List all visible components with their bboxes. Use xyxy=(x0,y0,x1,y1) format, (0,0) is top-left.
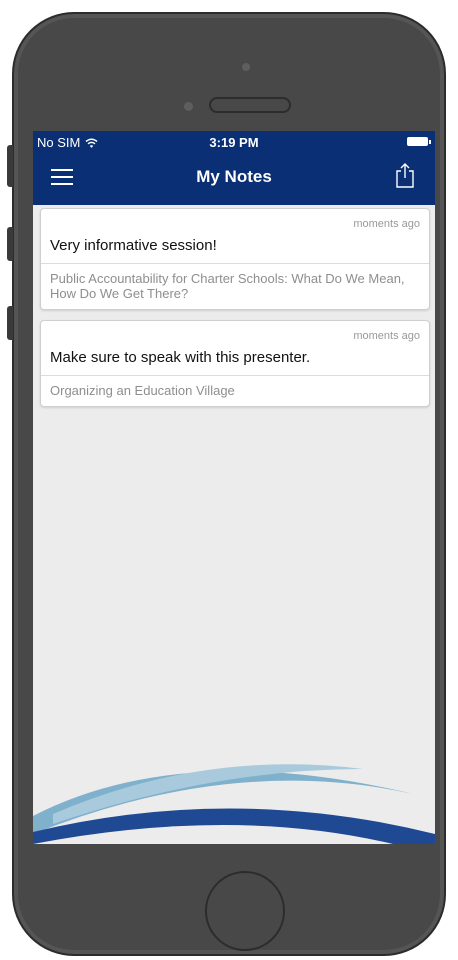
note-text: Very informative session! xyxy=(50,237,217,254)
note-timestamp: moments ago xyxy=(353,330,420,342)
note-text: Make sure to speak with this presenter. xyxy=(50,349,311,366)
page-title: My Notes xyxy=(196,167,272,186)
note-session-title: Public Accountability for Charter School… xyxy=(41,263,429,309)
note-card[interactable]: moments ago Very informative session! Pu… xyxy=(40,208,430,310)
status-bar: No SIM 3:19 PM xyxy=(33,131,435,153)
notes-list: moments ago Very informative session! Pu… xyxy=(40,208,430,417)
proximity-sensor xyxy=(184,102,193,111)
home-button[interactable] xyxy=(205,871,285,951)
volume-down-button[interactable] xyxy=(7,306,13,340)
app-screen: No SIM 3:19 PM My Notes moments ago Very… xyxy=(33,131,435,844)
navigation-bar: My Notes xyxy=(33,153,435,205)
mute-switch[interactable] xyxy=(7,145,13,187)
battery-icon xyxy=(407,137,431,146)
note-timestamp: moments ago xyxy=(353,218,420,230)
note-card[interactable]: moments ago Make sure to speak with this… xyxy=(40,320,430,407)
status-time: 3:19 PM xyxy=(209,135,259,150)
note-session-title: Organizing an Education Village xyxy=(41,375,429,406)
volume-up-button[interactable] xyxy=(7,227,13,261)
brand-swoosh-graphic xyxy=(33,764,435,844)
share-icon[interactable] xyxy=(393,161,417,189)
earpiece-speaker xyxy=(209,97,291,113)
front-camera xyxy=(242,63,250,71)
